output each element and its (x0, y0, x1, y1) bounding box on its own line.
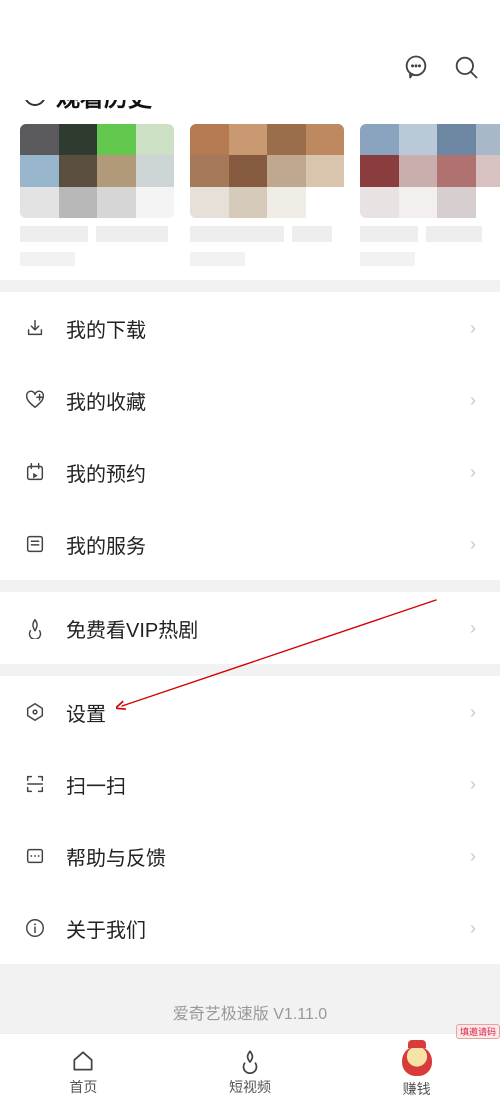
menu-label: 我的预约 (66, 458, 470, 487)
chevron-right-icon: › (470, 702, 476, 723)
menu-label: 帮助与反馈 (66, 842, 470, 871)
menu-row-favorite[interactable]: 我的收藏› (0, 364, 500, 436)
menu-label: 我的下载 (66, 314, 470, 343)
about-icon (24, 917, 46, 939)
menu-label: 扫一扫 (66, 770, 470, 799)
menu-row-service[interactable]: 我的服务› (0, 508, 500, 580)
tab-label: 首页 (69, 1077, 97, 1097)
menu-row-download[interactable]: 我的下载› (0, 292, 500, 364)
scan-icon (24, 773, 46, 795)
download-icon (24, 317, 46, 339)
menu-label: 我的收藏 (66, 386, 470, 415)
vip_free-icon (24, 617, 46, 639)
history-thumbnails (0, 114, 500, 280)
menu-row-vip_free[interactable]: 免费看VIP热剧› (0, 592, 500, 664)
history-item[interactable] (360, 124, 500, 266)
menu-label: 设置 (66, 698, 470, 727)
tab-label: 短视频 (229, 1077, 271, 1097)
history-item[interactable] (20, 124, 174, 266)
search-icon[interactable] (452, 53, 480, 86)
settings-icon (24, 701, 46, 723)
chevron-right-icon: › (470, 462, 476, 483)
chevron-right-icon: › (470, 318, 476, 339)
tabbar: 首页 短视频 填邀请码 赚钱 (0, 1033, 500, 1111)
clock-icon (24, 100, 46, 106)
service-icon (24, 533, 46, 555)
tab-home[interactable]: 首页 (0, 1034, 167, 1111)
tab-short-video[interactable]: 短视频 (167, 1034, 334, 1111)
chevron-right-icon: › (470, 618, 476, 639)
menu-row-scan[interactable]: 扫一扫› (0, 748, 500, 820)
menu-row-about[interactable]: 关于我们› (0, 892, 500, 964)
chat-icon[interactable] (402, 53, 430, 86)
chevron-right-icon: › (470, 918, 476, 939)
menu-label: 我的服务 (66, 530, 470, 559)
menu-row-settings[interactable]: 设置› (0, 676, 500, 748)
menu-row-help[interactable]: 帮助与反馈› (0, 820, 500, 892)
menu-row-reservation[interactable]: 我的预约› (0, 436, 500, 508)
section-header: 观看历史 (0, 100, 500, 114)
money-bag-icon (402, 1046, 432, 1076)
help-icon (24, 845, 46, 867)
reservation-icon (24, 461, 46, 483)
history-item[interactable] (190, 124, 344, 266)
menu-label: 关于我们 (66, 914, 470, 943)
earn-tag: 填邀请码 (456, 1024, 500, 1039)
menu-label: 免费看VIP热剧 (66, 614, 470, 643)
chevron-right-icon: › (470, 846, 476, 867)
tab-earn[interactable]: 填邀请码 赚钱 (333, 1034, 500, 1111)
favorite-icon (24, 389, 46, 411)
chevron-right-icon: › (470, 534, 476, 555)
chevron-right-icon: › (470, 774, 476, 795)
tab-label: 赚钱 (403, 1079, 431, 1099)
chevron-right-icon: › (470, 390, 476, 411)
